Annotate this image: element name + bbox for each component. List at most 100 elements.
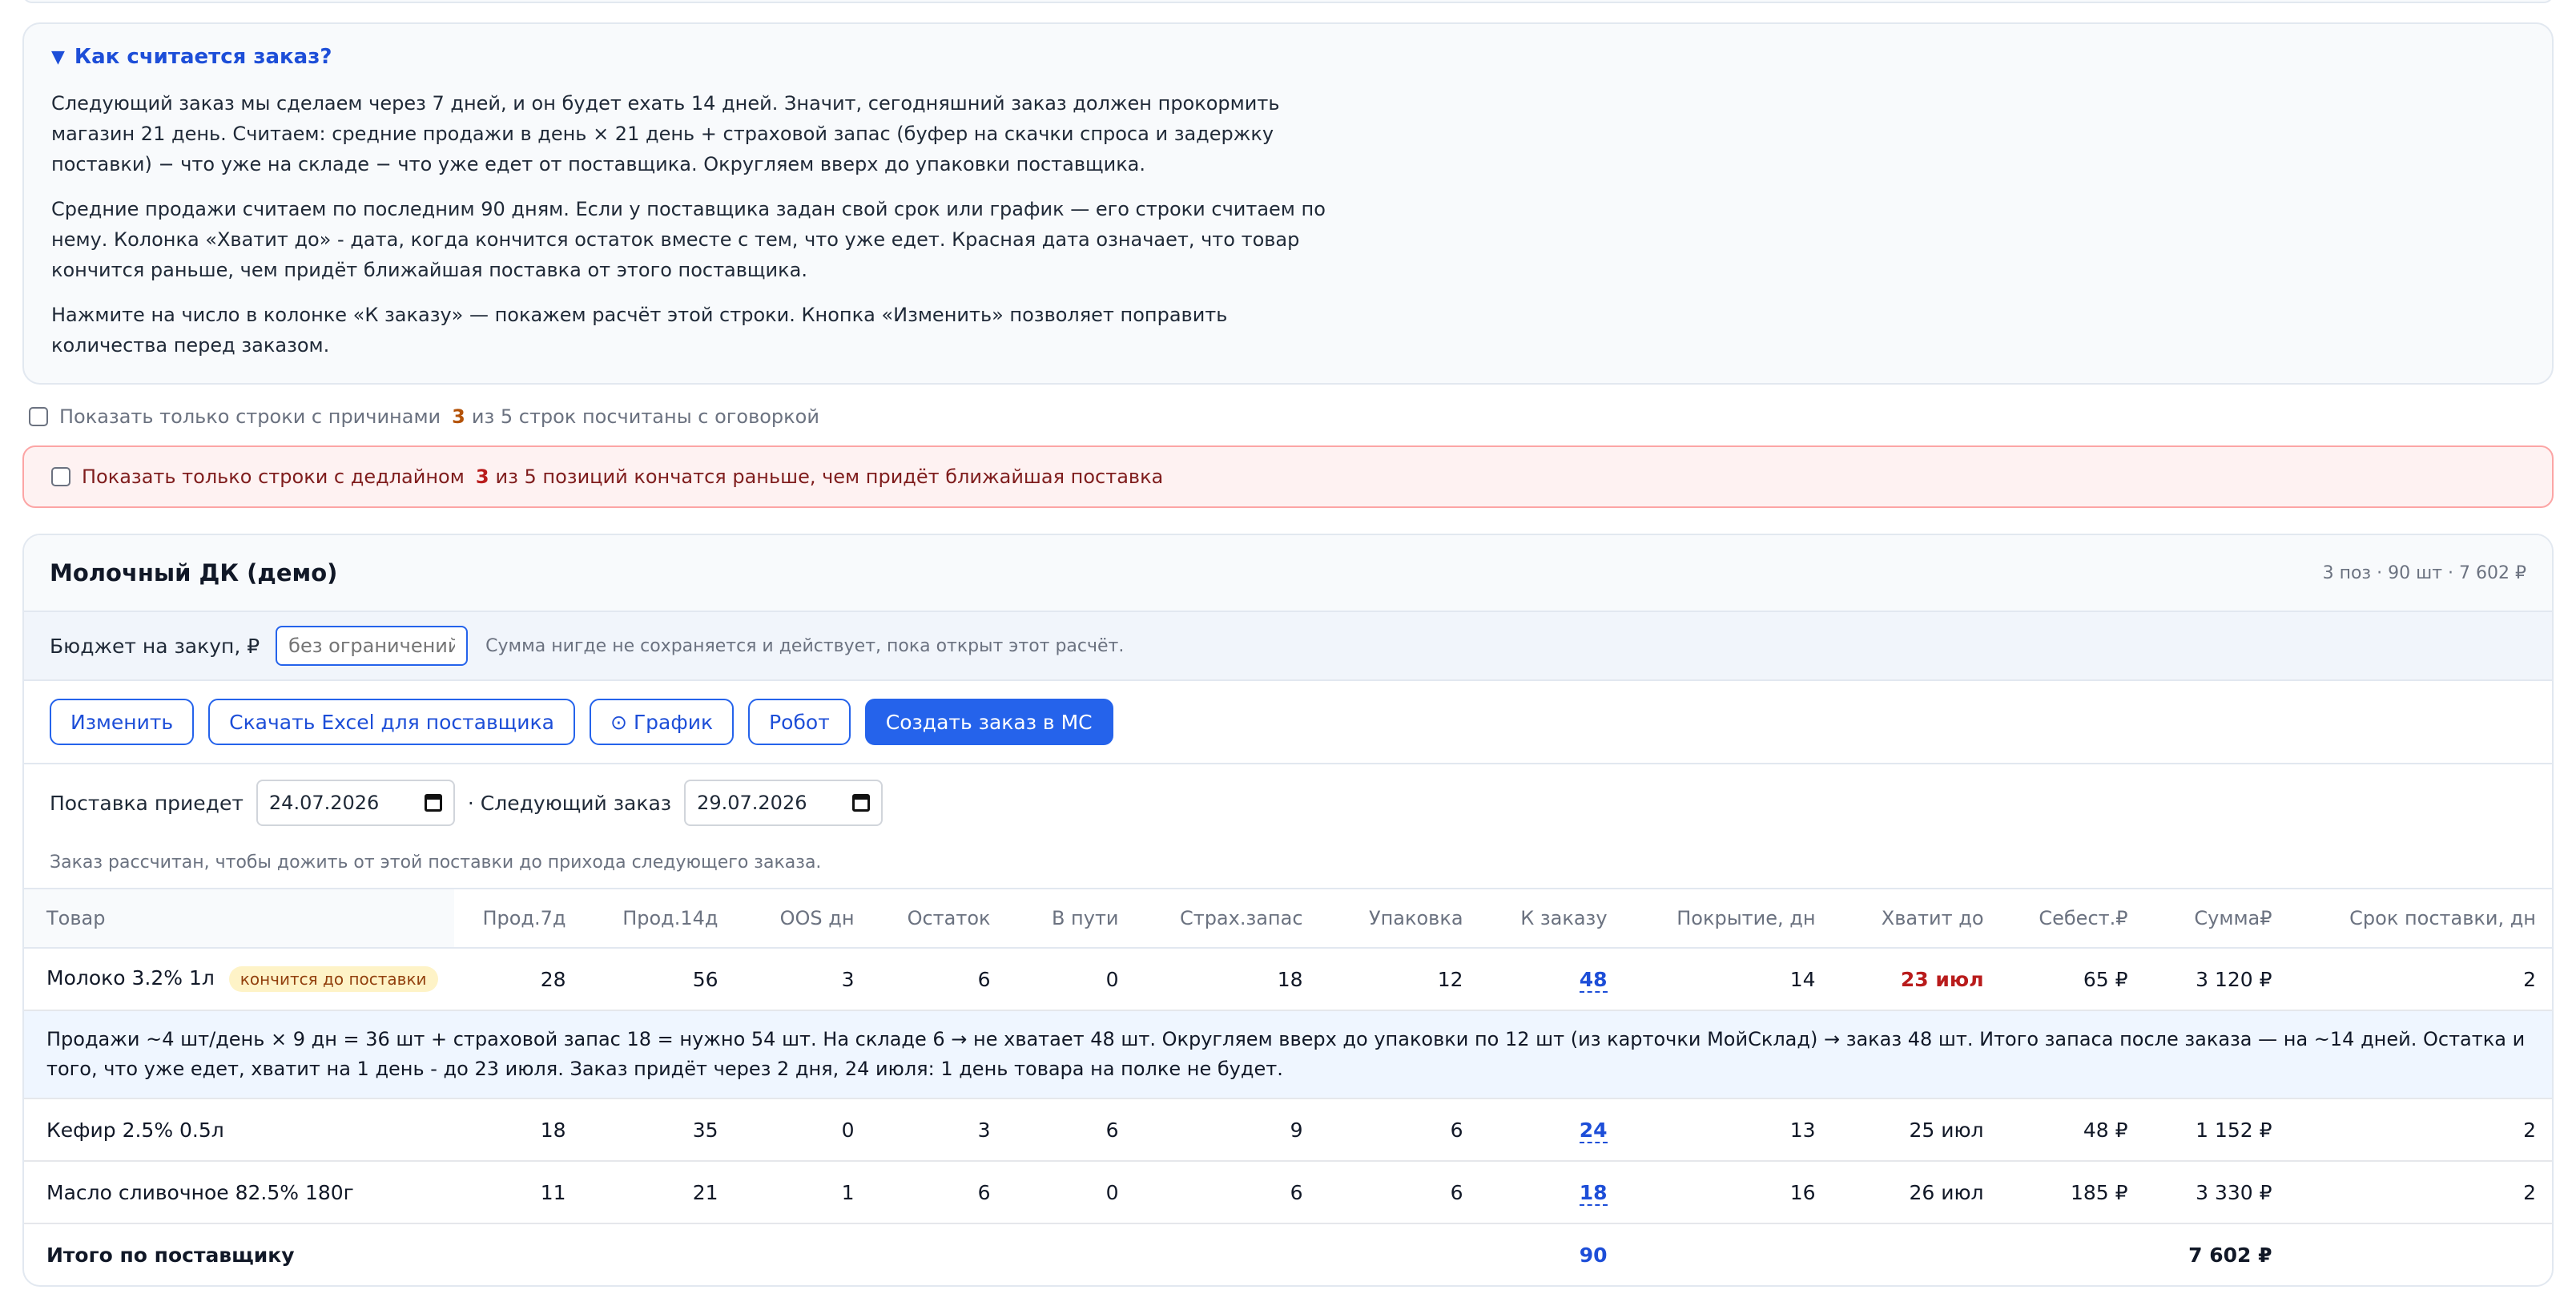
column-header[interactable]: В пути — [1006, 888, 1135, 949]
product-cell: Молоко 3.2% 1л кончится до поставки — [24, 948, 454, 1011]
sales-7d: 11 — [453, 1161, 582, 1224]
total-sum: 7 602 ₽ — [2188, 1244, 2272, 1267]
triangle-down-icon: ▼ — [51, 46, 65, 67]
total-order-qty: 90 — [1579, 1244, 1608, 1267]
column-header[interactable]: OOS дн — [734, 888, 871, 949]
product-name: Кефир 2.5% 0.5л — [24, 1098, 454, 1162]
deadline-count: 3 — [475, 466, 489, 488]
column-header[interactable]: Прод.14д — [582, 888, 735, 949]
next-order-date-value: 29.07.2026 — [697, 792, 807, 814]
column-header[interactable]: Упаковка — [1318, 888, 1479, 949]
deadline-badge: кончится до поставки — [228, 966, 438, 992]
create-order-button[interactable]: Создать заказ в МС — [864, 699, 1113, 745]
order-qty-cell: 24 — [1479, 1098, 1624, 1162]
next-order-label: · Следующий заказ — [467, 791, 672, 815]
explanation-toggle[interactable]: ▼ Как считается заказ? — [51, 45, 2525, 69]
arrival-date-input[interactable]: 24.07.2026 — [256, 780, 455, 826]
column-header[interactable]: Покрытие, дн — [1623, 888, 1832, 949]
until-date: 26 июл — [1831, 1161, 2000, 1224]
reasons-filter-label: Показать только строки с причинами — [59, 405, 441, 428]
order-qty-cell: 48 — [1479, 948, 1624, 1011]
row-sum: 3 330 ₽ — [2143, 1161, 2288, 1224]
deadline-filter: Показать только строки с дедлайном 3 из … — [22, 445, 2554, 508]
product-name: Молоко 3.2% 1л — [46, 966, 215, 990]
sales-14d: 56 — [582, 948, 735, 1011]
lead-time: 2 — [2288, 1161, 2552, 1224]
lead-time: 2 — [2288, 1098, 2552, 1162]
order-qty-cell: 18 — [1479, 1161, 1624, 1224]
calendar-icon[interactable] — [852, 794, 871, 812]
oos-days: 3 — [734, 948, 871, 1011]
schedule-button-label: График — [633, 710, 714, 734]
unit-cost: 185 ₽ — [1999, 1161, 2144, 1224]
sales-7d: 28 — [453, 948, 582, 1011]
order-table: Товар Прод.7д Прод.14д OOS дн Остаток В … — [24, 888, 2552, 1285]
product-name: Масло сливочное 82.5% 180г — [24, 1161, 454, 1224]
stock: 6 — [870, 1161, 1007, 1224]
table-row[interactable]: Кефир 2.5% 0.5л 18 35 0 3 6 9 6 24 13 25… — [24, 1098, 2552, 1162]
budget-input[interactable] — [276, 626, 469, 666]
calc-note: Заказ рассчитан, чтобы дожить от этой по… — [50, 853, 822, 873]
sales-14d: 21 — [582, 1161, 735, 1224]
explanation-paragraph: Средние продажи считаем по последним 90 … — [51, 198, 1326, 281]
order-qty-link[interactable]: 48 — [1579, 967, 1608, 993]
row-sum: 1 152 ₽ — [2143, 1098, 2288, 1162]
reasons-checkbox[interactable] — [29, 407, 48, 426]
row-sum: 3 120 ₽ — [2143, 948, 2288, 1011]
supplier-summary: 3 поз · 90 шт · 7 602 ₽ — [2322, 562, 2526, 583]
in-transit: 6 — [1006, 1098, 1135, 1162]
column-header[interactable]: Себест.₽ — [1999, 888, 2144, 949]
arrival-date-value: 24.07.2026 — [268, 792, 380, 814]
reasons-filter: Показать только строки с причинами 3 из … — [29, 405, 819, 428]
column-header[interactable]: Срок поставки, дн — [2288, 888, 2552, 949]
deadline-text: из 5 позиций кончатся раньше, чем придёт… — [495, 466, 1164, 488]
arrival-label: Поставка приедет — [50, 791, 244, 815]
deadline-checkbox[interactable] — [51, 467, 70, 486]
stock: 3 — [870, 1098, 1007, 1162]
until-date: 25 июл — [1831, 1098, 2000, 1162]
table-row[interactable]: Молоко 3.2% 1л кончится до поставки 28 5… — [24, 948, 2552, 1011]
unit-cost: 48 ₽ — [1999, 1098, 2144, 1162]
column-header[interactable]: Хватит до — [1831, 888, 2000, 949]
sales-14d: 35 — [582, 1098, 735, 1162]
oos-days: 0 — [734, 1098, 871, 1162]
next-order-date-input[interactable]: 29.07.2026 — [684, 780, 883, 826]
explanation-paragraph: Нажмите на число в колонке «К заказу» — … — [51, 304, 1228, 357]
stock: 6 — [870, 948, 1007, 1011]
column-header[interactable]: Страх.запас — [1134, 888, 1319, 949]
reasons-text: из 5 строк посчитаны с оговоркой — [471, 405, 819, 428]
column-header[interactable]: Остаток — [870, 888, 1007, 949]
edit-button[interactable]: Изменить — [50, 699, 195, 745]
dates-row: Поставка приедет 24.07.2026 · Следующий … — [24, 764, 2552, 841]
safety-stock: 9 — [1134, 1098, 1319, 1162]
safety-stock: 6 — [1134, 1161, 1319, 1224]
pack-size: 6 — [1318, 1098, 1479, 1162]
coverage-days: 16 — [1623, 1161, 1832, 1224]
schedule-button[interactable]: ⊙ График — [589, 699, 735, 745]
robot-button[interactable]: Робот — [748, 699, 851, 745]
column-header[interactable]: Товар — [24, 888, 454, 949]
clock-icon: ⊙ — [610, 710, 627, 734]
budget-hint: Сумма нигде не сохраняется и действует, … — [485, 635, 1125, 656]
order-qty-link[interactable]: 18 — [1579, 1180, 1608, 1206]
table-row[interactable]: Масло сливочное 82.5% 180г 11 21 1 6 0 6… — [24, 1161, 2552, 1224]
in-transit: 0 — [1006, 1161, 1135, 1224]
column-header[interactable]: К заказу — [1479, 888, 1624, 949]
safety-stock: 18 — [1134, 948, 1319, 1011]
coverage-days: 13 — [1623, 1098, 1832, 1162]
order-qty-link[interactable]: 24 — [1579, 1118, 1608, 1143]
supplier-header: Молочный ДК (демо) 3 поз · 90 шт · 7 602… — [24, 535, 2552, 612]
pack-size: 12 — [1318, 948, 1479, 1011]
calculation-explanation: Продажи ~4 шт/день × 9 дн = 36 шт + стра… — [24, 1010, 2552, 1099]
lead-time: 2 — [2288, 948, 2552, 1011]
explanation-title: Как считается заказ? — [74, 45, 332, 69]
sales-7d: 18 — [453, 1098, 582, 1162]
calendar-icon[interactable] — [424, 794, 442, 812]
download-excel-button[interactable]: Скачать Excel для поставщика — [208, 699, 575, 745]
until-date: 23 июл — [1900, 967, 1984, 991]
budget-row: Бюджет на закуп, ₽ Сумма нигде не сохран… — [24, 612, 2552, 681]
previous-card-edge — [22, 0, 2554, 3]
table-header-row: Товар Прод.7д Прод.14д OOS дн Остаток В … — [24, 888, 2552, 949]
column-header[interactable]: Прод.7д — [453, 888, 582, 949]
column-header[interactable]: Сумма₽ — [2143, 888, 2288, 949]
